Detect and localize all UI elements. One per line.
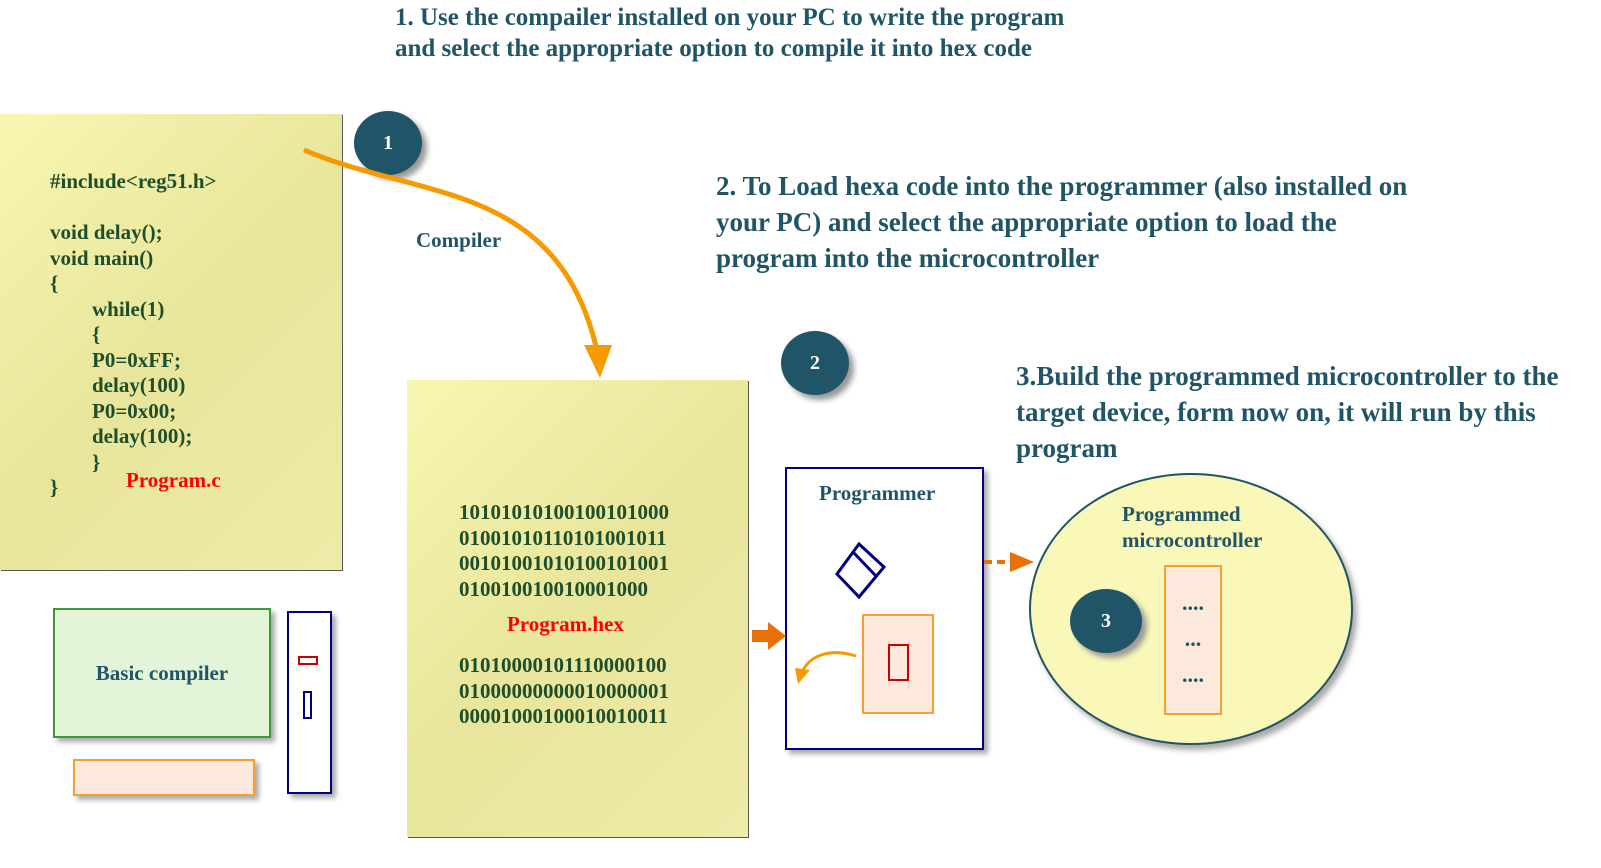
code-line: 10101010100100101000 — [459, 500, 669, 524]
build-arrowhead — [1010, 552, 1034, 572]
source-code: #include<reg51.h> void delay(); void main… — [50, 169, 216, 501]
source-file-name: Program.c — [126, 468, 221, 492]
load-arrow — [752, 622, 786, 650]
chip-icon — [888, 644, 909, 681]
step-badge-1: 1 — [354, 111, 422, 175]
hex-lines-bottom: 01010000101110000100 01000000000010000001… — [459, 653, 669, 730]
basic-compiler-label: Basic compiler — [95, 660, 229, 685]
step3-text: 3.Build the programmed microcontroller t… — [1016, 361, 1559, 463]
code-line: 00001000100010010011 — [459, 704, 668, 728]
code-line: void main() — [50, 245, 154, 270]
step-badge-2: 2 — [781, 331, 849, 395]
code-line: 01010000101110000100 — [459, 653, 667, 677]
mcu-label: Programmed microcontroller — [1122, 501, 1262, 553]
red-rect-icon — [298, 656, 318, 665]
compiler-label: Compiler — [416, 228, 502, 252]
hex-file-paper: 10101010100100101000 01001010110101001011… — [407, 380, 748, 837]
code-line: 00101001010100101001 — [459, 551, 669, 575]
code-line: { — [50, 271, 59, 295]
code-line: delay(100); — [50, 424, 193, 448]
hex-file-name: Program.hex — [507, 612, 624, 636]
code-line: 01000000000010000001 — [459, 678, 669, 703]
step1-text: 1. Use the compailer installed on your P… — [395, 4, 1065, 62]
code-line: #include<reg51.h> — [50, 169, 217, 193]
programmer-box: Programmer — [785, 467, 984, 750]
legend-chip-box — [287, 611, 332, 794]
step2-text: 2. To Load hexa code into the programmer… — [716, 171, 1408, 273]
hex-lines-top: 10101010100100101000 01001010110101001011… — [459, 500, 669, 602]
mcu-chip: .... ... .... — [1164, 565, 1222, 715]
code-line: P0=0xFF; — [50, 347, 181, 372]
code-line: P0=0x00; — [50, 398, 177, 423]
code-line: { — [50, 322, 101, 346]
blue-rect-icon — [303, 691, 312, 719]
chip-pins: .... — [1182, 662, 1204, 687]
compile-arrowhead — [584, 345, 612, 378]
chip-pins: .... — [1182, 590, 1204, 615]
chip-slot — [862, 614, 934, 714]
source-file-paper: #include<reg51.h> void delay(); void main… — [0, 114, 342, 570]
code-line: while(1) — [50, 296, 165, 321]
code-line: delay(100) — [50, 373, 186, 397]
basic-compiler-box: Basic compiler — [53, 608, 271, 738]
code-line: 01001010110101001011 — [459, 525, 667, 550]
mcu-label-line1: Programmed — [1122, 502, 1241, 526]
code-line: void delay(); — [50, 220, 163, 244]
code-line: 010010010010001000 — [459, 576, 648, 601]
legend-orange-box — [73, 759, 255, 796]
chip-pins: ... — [1184, 626, 1202, 651]
programmer-label: Programmer — [819, 481, 936, 505]
step-badge-3: 3 — [1070, 589, 1142, 653]
chip-socket-icon — [835, 541, 887, 600]
mcu-label-line2: microcontroller — [1122, 528, 1263, 552]
